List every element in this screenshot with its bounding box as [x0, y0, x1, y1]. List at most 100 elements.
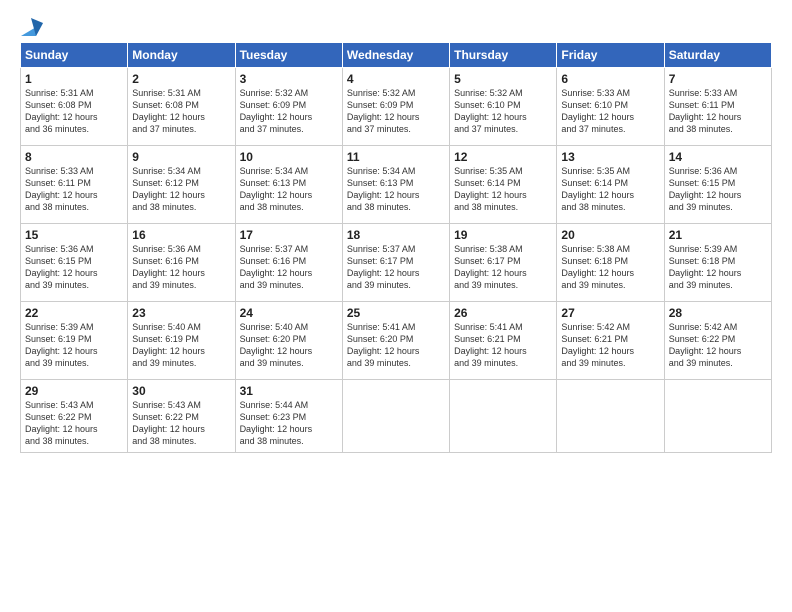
- calendar-cell: 20Sunrise: 5:38 AM Sunset: 6:18 PM Dayli…: [557, 224, 664, 302]
- day-number: 28: [669, 306, 767, 320]
- day-info: Sunrise: 5:33 AM Sunset: 6:11 PM Dayligh…: [669, 87, 767, 136]
- day-number: 5: [454, 72, 552, 86]
- calendar-cell: 19Sunrise: 5:38 AM Sunset: 6:17 PM Dayli…: [450, 224, 557, 302]
- day-number: 9: [132, 150, 230, 164]
- weekday-header-tuesday: Tuesday: [235, 43, 342, 68]
- day-info: Sunrise: 5:32 AM Sunset: 6:09 PM Dayligh…: [240, 87, 338, 136]
- day-info: Sunrise: 5:31 AM Sunset: 6:08 PM Dayligh…: [25, 87, 123, 136]
- calendar-cell: 16Sunrise: 5:36 AM Sunset: 6:16 PM Dayli…: [128, 224, 235, 302]
- day-info: Sunrise: 5:32 AM Sunset: 6:09 PM Dayligh…: [347, 87, 445, 136]
- weekday-header-friday: Friday: [557, 43, 664, 68]
- calendar-cell: 2Sunrise: 5:31 AM Sunset: 6:08 PM Daylig…: [128, 68, 235, 146]
- day-number: 27: [561, 306, 659, 320]
- day-number: 29: [25, 384, 123, 398]
- day-info: Sunrise: 5:35 AM Sunset: 6:14 PM Dayligh…: [454, 165, 552, 214]
- day-info: Sunrise: 5:37 AM Sunset: 6:16 PM Dayligh…: [240, 243, 338, 292]
- weekday-header-sunday: Sunday: [21, 43, 128, 68]
- calendar: SundayMondayTuesdayWednesdayThursdayFrid…: [20, 42, 772, 453]
- logo: [20, 18, 43, 32]
- calendar-cell: 31Sunrise: 5:44 AM Sunset: 6:23 PM Dayli…: [235, 380, 342, 453]
- calendar-cell: 12Sunrise: 5:35 AM Sunset: 6:14 PM Dayli…: [450, 146, 557, 224]
- day-number: 13: [561, 150, 659, 164]
- day-info: Sunrise: 5:34 AM Sunset: 6:13 PM Dayligh…: [240, 165, 338, 214]
- calendar-week-row: 22Sunrise: 5:39 AM Sunset: 6:19 PM Dayli…: [21, 302, 772, 380]
- weekday-header-wednesday: Wednesday: [342, 43, 449, 68]
- calendar-cell: 3Sunrise: 5:32 AM Sunset: 6:09 PM Daylig…: [235, 68, 342, 146]
- day-info: Sunrise: 5:38 AM Sunset: 6:18 PM Dayligh…: [561, 243, 659, 292]
- calendar-week-row: 29Sunrise: 5:43 AM Sunset: 6:22 PM Dayli…: [21, 380, 772, 453]
- calendar-cell: 30Sunrise: 5:43 AM Sunset: 6:22 PM Dayli…: [128, 380, 235, 453]
- day-info: Sunrise: 5:43 AM Sunset: 6:22 PM Dayligh…: [25, 399, 123, 448]
- day-number: 4: [347, 72, 445, 86]
- day-info: Sunrise: 5:41 AM Sunset: 6:20 PM Dayligh…: [347, 321, 445, 370]
- weekday-header-monday: Monday: [128, 43, 235, 68]
- calendar-cell: [557, 380, 664, 453]
- calendar-cell: 15Sunrise: 5:36 AM Sunset: 6:15 PM Dayli…: [21, 224, 128, 302]
- day-number: 12: [454, 150, 552, 164]
- day-info: Sunrise: 5:32 AM Sunset: 6:10 PM Dayligh…: [454, 87, 552, 136]
- calendar-cell: 6Sunrise: 5:33 AM Sunset: 6:10 PM Daylig…: [557, 68, 664, 146]
- logo-bird-icon: [21, 18, 43, 36]
- calendar-cell: 11Sunrise: 5:34 AM Sunset: 6:13 PM Dayli…: [342, 146, 449, 224]
- day-number: 16: [132, 228, 230, 242]
- day-number: 7: [669, 72, 767, 86]
- calendar-cell: 5Sunrise: 5:32 AM Sunset: 6:10 PM Daylig…: [450, 68, 557, 146]
- calendar-cell: [664, 380, 771, 453]
- day-info: Sunrise: 5:31 AM Sunset: 6:08 PM Dayligh…: [132, 87, 230, 136]
- day-number: 21: [669, 228, 767, 242]
- calendar-cell: 1Sunrise: 5:31 AM Sunset: 6:08 PM Daylig…: [21, 68, 128, 146]
- calendar-cell: 17Sunrise: 5:37 AM Sunset: 6:16 PM Dayli…: [235, 224, 342, 302]
- calendar-cell: 23Sunrise: 5:40 AM Sunset: 6:19 PM Dayli…: [128, 302, 235, 380]
- day-info: Sunrise: 5:33 AM Sunset: 6:10 PM Dayligh…: [561, 87, 659, 136]
- page: SundayMondayTuesdayWednesdayThursdayFrid…: [0, 0, 792, 463]
- day-info: Sunrise: 5:40 AM Sunset: 6:20 PM Dayligh…: [240, 321, 338, 370]
- calendar-cell: 7Sunrise: 5:33 AM Sunset: 6:11 PM Daylig…: [664, 68, 771, 146]
- day-info: Sunrise: 5:36 AM Sunset: 6:15 PM Dayligh…: [669, 165, 767, 214]
- day-number: 18: [347, 228, 445, 242]
- calendar-cell: 10Sunrise: 5:34 AM Sunset: 6:13 PM Dayli…: [235, 146, 342, 224]
- day-info: Sunrise: 5:39 AM Sunset: 6:19 PM Dayligh…: [25, 321, 123, 370]
- day-number: 26: [454, 306, 552, 320]
- calendar-cell: 25Sunrise: 5:41 AM Sunset: 6:20 PM Dayli…: [342, 302, 449, 380]
- calendar-week-row: 15Sunrise: 5:36 AM Sunset: 6:15 PM Dayli…: [21, 224, 772, 302]
- calendar-cell: 27Sunrise: 5:42 AM Sunset: 6:21 PM Dayli…: [557, 302, 664, 380]
- day-info: Sunrise: 5:43 AM Sunset: 6:22 PM Dayligh…: [132, 399, 230, 448]
- calendar-cell: 13Sunrise: 5:35 AM Sunset: 6:14 PM Dayli…: [557, 146, 664, 224]
- day-number: 10: [240, 150, 338, 164]
- day-number: 19: [454, 228, 552, 242]
- day-number: 22: [25, 306, 123, 320]
- day-info: Sunrise: 5:42 AM Sunset: 6:21 PM Dayligh…: [561, 321, 659, 370]
- calendar-week-row: 1Sunrise: 5:31 AM Sunset: 6:08 PM Daylig…: [21, 68, 772, 146]
- calendar-cell: 29Sunrise: 5:43 AM Sunset: 6:22 PM Dayli…: [21, 380, 128, 453]
- weekday-header-row: SundayMondayTuesdayWednesdayThursdayFrid…: [21, 43, 772, 68]
- calendar-cell: 28Sunrise: 5:42 AM Sunset: 6:22 PM Dayli…: [664, 302, 771, 380]
- day-number: 23: [132, 306, 230, 320]
- day-info: Sunrise: 5:41 AM Sunset: 6:21 PM Dayligh…: [454, 321, 552, 370]
- day-number: 17: [240, 228, 338, 242]
- day-info: Sunrise: 5:34 AM Sunset: 6:12 PM Dayligh…: [132, 165, 230, 214]
- day-number: 8: [25, 150, 123, 164]
- day-info: Sunrise: 5:39 AM Sunset: 6:18 PM Dayligh…: [669, 243, 767, 292]
- day-number: 3: [240, 72, 338, 86]
- day-info: Sunrise: 5:38 AM Sunset: 6:17 PM Dayligh…: [454, 243, 552, 292]
- calendar-cell: 21Sunrise: 5:39 AM Sunset: 6:18 PM Dayli…: [664, 224, 771, 302]
- calendar-cell: [342, 380, 449, 453]
- weekday-header-thursday: Thursday: [450, 43, 557, 68]
- day-info: Sunrise: 5:37 AM Sunset: 6:17 PM Dayligh…: [347, 243, 445, 292]
- day-info: Sunrise: 5:44 AM Sunset: 6:23 PM Dayligh…: [240, 399, 338, 448]
- calendar-cell: [450, 380, 557, 453]
- day-info: Sunrise: 5:42 AM Sunset: 6:22 PM Dayligh…: [669, 321, 767, 370]
- calendar-cell: 8Sunrise: 5:33 AM Sunset: 6:11 PM Daylig…: [21, 146, 128, 224]
- day-number: 30: [132, 384, 230, 398]
- day-number: 14: [669, 150, 767, 164]
- day-number: 6: [561, 72, 659, 86]
- calendar-cell: 26Sunrise: 5:41 AM Sunset: 6:21 PM Dayli…: [450, 302, 557, 380]
- day-number: 20: [561, 228, 659, 242]
- calendar-cell: 22Sunrise: 5:39 AM Sunset: 6:19 PM Dayli…: [21, 302, 128, 380]
- calendar-cell: 14Sunrise: 5:36 AM Sunset: 6:15 PM Dayli…: [664, 146, 771, 224]
- calendar-cell: 18Sunrise: 5:37 AM Sunset: 6:17 PM Dayli…: [342, 224, 449, 302]
- calendar-cell: 4Sunrise: 5:32 AM Sunset: 6:09 PM Daylig…: [342, 68, 449, 146]
- calendar-week-row: 8Sunrise: 5:33 AM Sunset: 6:11 PM Daylig…: [21, 146, 772, 224]
- header: [20, 18, 772, 32]
- day-number: 2: [132, 72, 230, 86]
